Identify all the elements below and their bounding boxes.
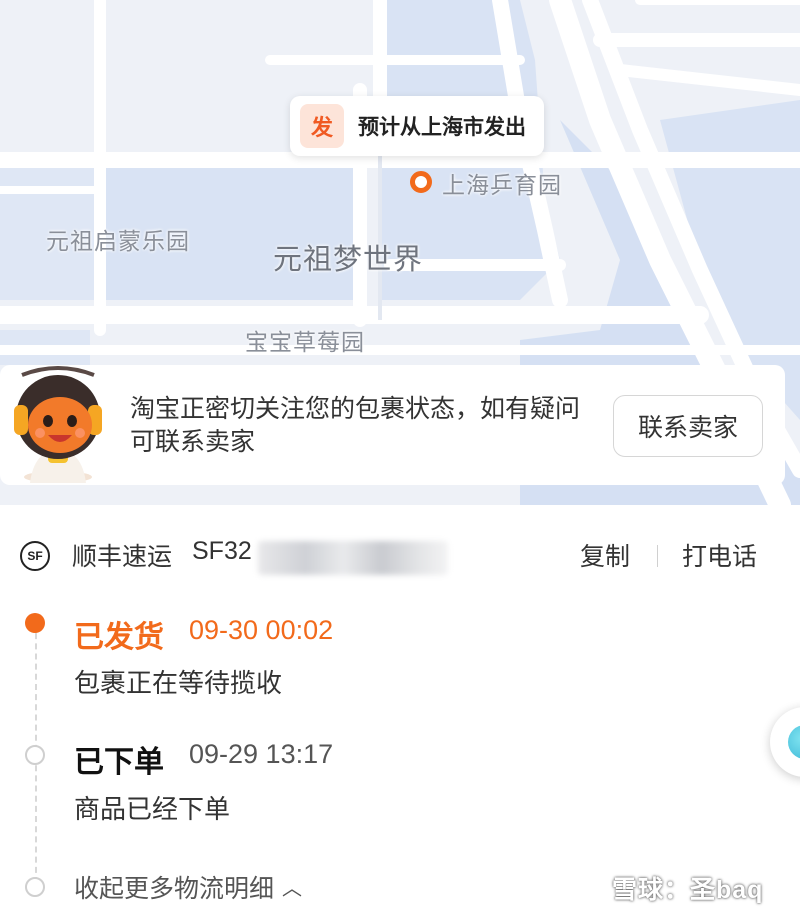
copy-tracking-button[interactable]: 复制 xyxy=(580,537,630,573)
courier-name: 顺丰速运 xyxy=(72,543,173,571)
collapse-label: 收起更多物流明细 xyxy=(74,875,275,903)
timeline-time: 09-29 13:17 xyxy=(189,739,334,769)
map-label-pingpong-park: 上海乒育园 xyxy=(442,172,562,198)
mascot-icon xyxy=(14,366,102,483)
sf-express-logo-icon: SF xyxy=(20,541,50,571)
origin-bubble: 发 预计从上海市发出 xyxy=(290,96,544,156)
courier-row: SF 顺丰速运 SF32 复制 打电话 xyxy=(0,533,800,577)
assistant-icon xyxy=(788,725,800,759)
ship-from-badge: 发 xyxy=(300,104,344,148)
collapse-details-button[interactable]: 收起更多物流明细 ︿ xyxy=(74,869,302,905)
seller-notice-card: 淘宝正密切关注您的包裹状态，如有疑问可联系卖家 联系卖家 xyxy=(0,365,785,485)
origin-text: 预计从上海市发出 xyxy=(358,116,526,139)
tracking-number-redacted xyxy=(258,541,448,575)
divider xyxy=(657,545,658,567)
timeline-dot xyxy=(25,745,45,765)
map-view[interactable]: 上海乒育园 元祖启蒙乐园 元祖梦世界 宝宝草莓园 发 预计从上海市发出 淘宝正密… xyxy=(0,0,800,505)
call-courier-button[interactable]: 打电话 xyxy=(682,537,757,573)
timeline-description: 包裹正在等待揽收 xyxy=(74,668,283,698)
contact-seller-button[interactable]: 联系卖家 xyxy=(613,395,763,457)
chevron-up-icon: ︿ xyxy=(282,878,303,900)
watermark: 雪球：圣baq xyxy=(612,876,764,904)
timeline-description: 商品已经下单 xyxy=(74,794,231,824)
logistics-panel: SF 顺丰速运 SF32 复制 打电话 已发货 09-30 00:02 包裹正在… xyxy=(0,505,800,916)
timeline-dot xyxy=(25,877,45,897)
notice-text: 淘宝正密切关注您的包裹状态，如有疑问可联系卖家 xyxy=(130,395,581,456)
timeline-dot-active xyxy=(25,613,45,633)
tracking-number: SF32 xyxy=(192,537,252,565)
timeline-status: 已下单 xyxy=(74,746,164,779)
map-label-dream-world: 元祖梦世界 xyxy=(273,244,424,276)
location-pin-icon xyxy=(410,171,432,193)
timeline-status: 已发货 xyxy=(74,621,164,654)
map-label-qimeng-park: 元祖启蒙乐园 xyxy=(46,228,190,254)
timeline-time: 09-30 00:02 xyxy=(189,615,334,645)
map-label-strawberry-park: 宝宝草莓园 xyxy=(245,329,365,355)
